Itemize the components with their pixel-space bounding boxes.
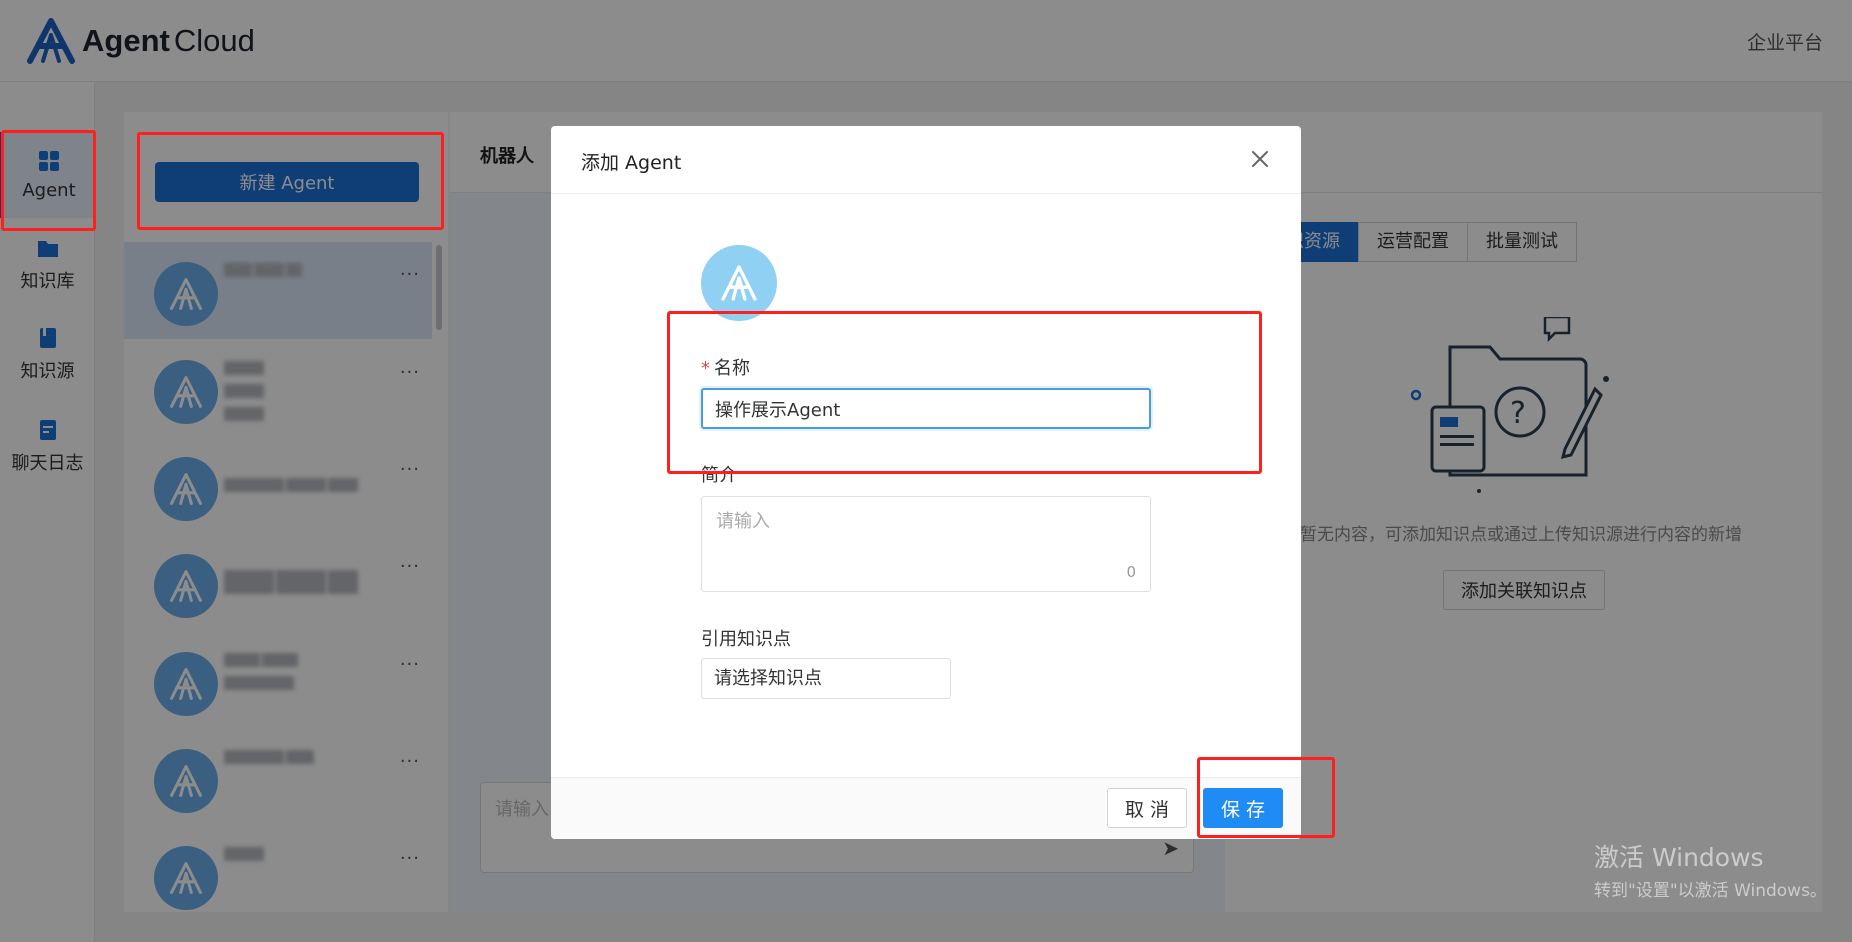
add-agent-modal: 添加 Agent *名称 简介 请输入 0 引用知识点 请选择知识点 取 消 保… <box>551 126 1301 839</box>
intro-placeholder: 请输入 <box>716 511 770 532</box>
required-mark: * <box>701 358 710 379</box>
watermark-line-2: 转到"设置"以激活 Windows。 <box>1594 881 1827 901</box>
close-icon[interactable] <box>1245 144 1275 174</box>
agent-avatar-upload[interactable] <box>701 245 777 321</box>
windows-activation-watermark: 激活 Windows 转到"设置"以激活 Windows。 <box>1594 838 1827 901</box>
watermark-line-1: 激活 Windows <box>1594 843 1764 872</box>
save-button[interactable]: 保 存 <box>1203 788 1283 828</box>
cancel-button[interactable]: 取 消 <box>1107 788 1187 828</box>
modal-footer: 取 消 保 存 <box>551 777 1301 839</box>
name-label: * 名称 <box>701 354 750 380</box>
modal-title: 添加 Agent <box>581 152 682 174</box>
reference-knowledge-label: 引用知识点 <box>701 629 791 650</box>
modal-header: 添加 Agent <box>551 126 1301 194</box>
agent-intro-textarea[interactable]: 请输入 0 <box>701 496 1151 592</box>
intro-label: 简介 <box>701 465 737 486</box>
agent-name-input[interactable] <box>701 388 1151 429</box>
agent-logo-icon <box>721 265 757 301</box>
char-count: 0 <box>1126 563 1136 581</box>
knowledge-point-select[interactable]: 请选择知识点 <box>701 658 951 699</box>
name-label-text: 名称 <box>714 358 750 379</box>
